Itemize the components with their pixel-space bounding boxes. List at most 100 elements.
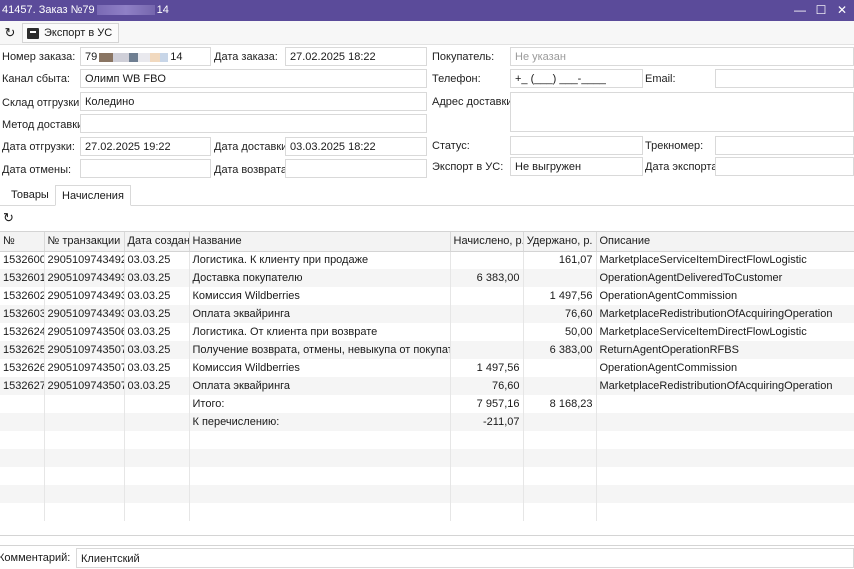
table-row[interactable]: Итого: 7 957,16 8 168,23: [0, 395, 854, 413]
table-row[interactable]: 1532624 2905109743506 03.03.25 Логистика. О…: [0, 323, 854, 341]
address-field[interactable]: [510, 92, 854, 132]
column-header-description[interactable]: Описание: [596, 232, 854, 252]
email-field[interactable]: [715, 69, 854, 88]
ship-date-field[interactable]: 27.02.2025 19:22: [80, 137, 211, 156]
table-cell: 03.03.25: [124, 341, 190, 359]
table-row[interactable]: 15326252905109743507...03.03.25Получение…: [0, 341, 854, 359]
table-cell: [44, 449, 125, 467]
tab-strip: Товары Начисления: [0, 185, 854, 206]
order-date-label: Дата заказа:: [214, 51, 278, 63]
maximize-button[interactable]: ☐: [813, 2, 829, 18]
table-cell: [450, 467, 524, 485]
redacted-block: [138, 52, 151, 62]
export-us-label: Экспорт в УС:: [432, 161, 504, 173]
table-cell: [596, 485, 854, 503]
export-date-field[interactable]: [715, 157, 854, 176]
tab-charges[interactable]: Начисления: [55, 185, 131, 206]
table-cell: 7 957,16: [450, 395, 524, 413]
table-cell: [124, 503, 190, 521]
table-row[interactable]: 15326262905109743507...03.03.25Комиссия …: [0, 359, 854, 377]
redacted-block: [160, 52, 169, 62]
close-button[interactable]: ✕: [834, 2, 850, 18]
table-row[interactable]: 1532600 2905109743492 03.03.25 Логистика. К…: [0, 251, 854, 269]
table-cell: 03.03.25: [124, 377, 190, 395]
table-cell: [450, 305, 524, 323]
refresh-icon[interactable]: ↻: [2, 24, 18, 42]
order-number-field[interactable]: 79 14: [80, 47, 211, 66]
table-cell: Логистика. К клиенту при продаже: [189, 251, 451, 269]
delivery-method-field[interactable]: [80, 114, 427, 133]
column-header-accrued[interactable]: Начислено, р.: [450, 232, 524, 252]
table-cell: MarketplaceRedistributionOfAcquiringOper…: [596, 305, 854, 323]
table-row[interactable]: 15326272905109743507...03.03.25Оплата эк…: [0, 377, 854, 395]
table-cell: Получение возврата, отмены, невыкупа от …: [189, 341, 451, 359]
column-header-name[interactable]: Название: [189, 232, 451, 252]
table-cell: [0, 503, 45, 521]
table-cell: MarketplaceRedistributionOfAcquiringOper…: [596, 377, 854, 395]
buyer-field[interactable]: Не указан: [510, 47, 854, 66]
column-header-withheld[interactable]: Удержано, р.: [523, 232, 597, 252]
table-cell: [0, 395, 45, 413]
table-cell: [44, 431, 125, 449]
table-cell: 2905109743506: [44, 323, 125, 341]
table-cell: MarketplaceServiceItemDirectFlowLogistic: [596, 323, 854, 341]
table-cell: 1532602: [0, 287, 45, 305]
table-cell: [596, 431, 854, 449]
table-cell: 2905109743507...: [44, 377, 125, 395]
tab-goods[interactable]: Товары: [5, 185, 55, 206]
table-row[interactable]: 15326012905109743493...03.03.25Доставка …: [0, 269, 854, 287]
export-button-label: Экспорт в УС: [44, 27, 113, 39]
table-cell: [523, 269, 597, 287]
status-field[interactable]: [510, 136, 643, 155]
table-row[interactable]: К перечислению: -211,07: [0, 413, 854, 431]
track-field[interactable]: [715, 136, 854, 155]
cancel-date-field[interactable]: [80, 159, 211, 178]
table-cell: [523, 377, 597, 395]
return-date-field[interactable]: [285, 159, 427, 178]
table-cell: [523, 359, 597, 377]
table-cell: [124, 395, 190, 413]
table-cell: [124, 431, 190, 449]
table-row[interactable]: 15326022905109743493...03.03.25Комиссия …: [0, 287, 854, 305]
column-header-transaction[interactable]: № транзакции: [44, 232, 125, 252]
delivery-date-field[interactable]: 03.03.2025 18:22: [285, 137, 427, 156]
comment-label: Комментарий:: [0, 552, 71, 564]
minimize-button[interactable]: —: [792, 2, 808, 18]
ship-date-label: Дата отгрузки:: [2, 141, 75, 153]
table-cell: 6 383,00: [450, 269, 524, 287]
table-cell: К перечислению:: [189, 413, 451, 431]
refresh-icon[interactable]: ↻: [3, 210, 14, 226]
table-cell: [189, 485, 451, 503]
column-header-created[interactable]: Дата создан...: [124, 232, 190, 252]
track-label: Трекномер:: [645, 140, 704, 152]
table-cell: Логистика. От клиента при возврате: [189, 323, 451, 341]
table-cell: [44, 467, 125, 485]
table-cell: [0, 431, 45, 449]
export-status-field[interactable]: Не выгружен: [510, 157, 643, 176]
table-cell: 2905109743507...: [44, 341, 125, 359]
table-cell: Оплата эквайринга: [189, 377, 451, 395]
table-cell: -211,07: [450, 413, 524, 431]
table-cell: [0, 467, 45, 485]
table-cell: Комиссия Wildberries: [189, 359, 451, 377]
address-label: Адрес доставки:: [432, 96, 516, 108]
export-button[interactable]: Экспорт в УС: [22, 23, 120, 43]
table-cell: 8 168,23: [523, 395, 597, 413]
order-date-field[interactable]: 27.02.2025 18:22: [285, 47, 427, 66]
table-cell: [596, 503, 854, 521]
delivery-date-label: Дата доставки:: [214, 141, 291, 153]
warehouse-field[interactable]: Коледино: [80, 92, 427, 111]
return-date-label: Дата возврата:: [214, 164, 291, 176]
phone-field[interactable]: +_ (___) ___-____: [510, 69, 643, 88]
table-cell: 1 497,56: [450, 359, 524, 377]
table-cell: 2905109743493...: [44, 305, 125, 323]
comment-field[interactable]: Клиентский: [76, 548, 854, 568]
column-header-number[interactable]: №: [0, 232, 45, 252]
empty-row: [0, 431, 854, 449]
channel-field[interactable]: Олимп WB FBO: [80, 69, 427, 88]
table-cell: [124, 449, 190, 467]
phone-label: Телефон:: [432, 73, 481, 85]
table-row[interactable]: 15326032905109743493...03.03.25Оплата эк…: [0, 305, 854, 323]
table-cell: [523, 449, 597, 467]
table-cell: 2905109743493...: [44, 287, 125, 305]
